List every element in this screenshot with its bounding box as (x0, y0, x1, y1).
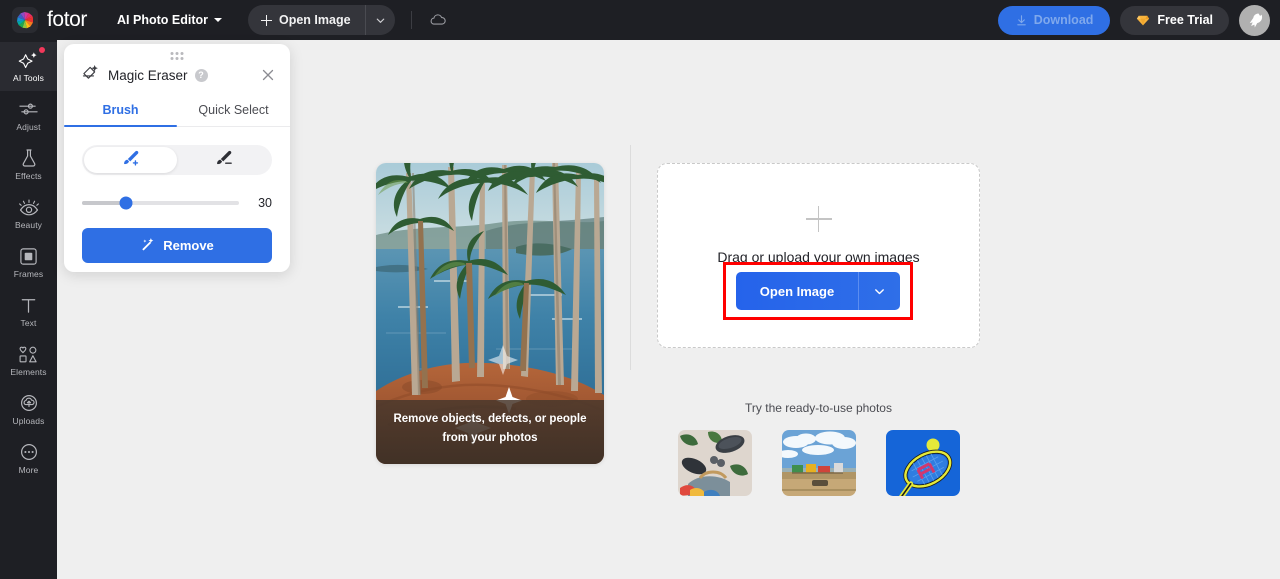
shapes-icon (18, 344, 39, 364)
remove-button[interactable]: Remove (82, 228, 272, 263)
sidebar-item-label: Frames (13, 269, 44, 279)
chevron-down-icon (214, 18, 222, 22)
sidebar-item-effects[interactable]: Effects (0, 140, 57, 189)
brush-size-slider-handle[interactable] (119, 196, 133, 210)
open-image-button-main[interactable]: Open Image (736, 272, 858, 310)
header-divider (410, 11, 412, 29)
tennis-racket-ball-thumbnail[interactable] (885, 430, 960, 496)
sidebar-item-frames[interactable]: Frames (0, 238, 57, 287)
brand-logo[interactable]: fotor (12, 7, 87, 33)
sidebar-item-uploads[interactable]: Uploads (0, 385, 57, 434)
sidebar-item-adjust[interactable]: Adjust (0, 91, 57, 140)
panel-tabs: Brush Quick Select (64, 103, 290, 127)
download-button[interactable]: Download (997, 5, 1111, 35)
open-image-dropdown-toggle-main[interactable] (858, 272, 900, 310)
question-mark-icon[interactable]: ? (194, 68, 208, 82)
brush-erase-icon (214, 148, 233, 172)
sidebar-item-label: Elements (10, 367, 47, 377)
brush-add-icon (121, 148, 140, 172)
magic-eraser-panel: Magic Eraser ? Brush Quick Select 30 Rem… (64, 44, 290, 272)
brush-size-slider[interactable] (82, 196, 239, 210)
app-header: fotor AI Photo Editor Open Image Downloa… (0, 0, 1280, 40)
eye-icon (18, 197, 40, 217)
preview-caption: Remove objects, defects, or people from … (376, 400, 604, 464)
feature-preview-card[interactable]: Remove objects, defects, or people from … (376, 163, 604, 464)
open-image-button[interactable]: Open Image (248, 5, 365, 35)
flatlay-accessories-thumbnail[interactable] (677, 430, 752, 496)
sidebar-item-label: More (18, 465, 39, 475)
open-image-dropdown-toggle[interactable] (364, 5, 395, 35)
sidebar-item-elements[interactable]: Elements (0, 336, 57, 385)
sidebar-item-text[interactable]: Text (0, 287, 57, 336)
upload-dropzone[interactable]: Drag or upload your own images (657, 163, 980, 348)
diamond-gem-icon (1137, 15, 1150, 25)
sidebar-item-label: Beauty (14, 220, 43, 230)
open-image-split-button-main[interactable]: Open Image (736, 272, 900, 310)
chevron-down-icon (875, 288, 884, 294)
header-actions: Download Free Trial (997, 4, 1270, 36)
canvas-vertical-divider (630, 145, 631, 370)
sidebar-item-label: Text (20, 318, 37, 328)
chevron-down-icon (376, 18, 384, 23)
preview-caption-line-1: Remove objects, defects, or people (393, 413, 587, 425)
open-image-label: Open Image (279, 13, 351, 27)
tab-quick-select[interactable]: Quick Select (177, 103, 290, 126)
plus-icon (261, 14, 272, 26)
product-menu-label: AI Photo Editor (117, 13, 208, 27)
magic-wand-icon (140, 237, 155, 255)
sidebar-item-beauty[interactable]: Beauty (0, 189, 57, 238)
sliders-icon (18, 99, 39, 119)
open-image-highlight-box: Open Image (723, 262, 913, 320)
fotor-pinwheel-logo-icon (12, 7, 38, 33)
sidebar-item-label: Uploads (12, 416, 45, 426)
left-sidebar: AI Tools Adjust Effects Beauty Frames Te… (0, 40, 57, 579)
plus-icon (805, 206, 832, 232)
ai-sparkle-icon (18, 50, 39, 70)
panel-title: Magic Eraser (108, 67, 188, 83)
flask-icon (20, 148, 38, 168)
brush-add-tool[interactable] (84, 147, 177, 173)
ellipsis-circle-icon (19, 442, 39, 462)
panel-header: Magic Eraser ? (64, 44, 290, 86)
cloud-icon (430, 14, 446, 25)
ready-photos-title: Try the ready-to-use photos (745, 401, 892, 415)
free-trial-label: Free Trial (1157, 13, 1213, 27)
download-label: Download (1033, 13, 1094, 27)
sidebar-item-label: Effects (15, 171, 42, 181)
brush-erase-tool[interactable] (177, 147, 270, 173)
avatar[interactable] (1239, 4, 1270, 36)
drag-grip-icon[interactable] (170, 52, 184, 60)
remove-button-label: Remove (163, 238, 214, 253)
brush-mode-toggle (82, 145, 272, 175)
ready-photos-list (657, 430, 980, 496)
text-t-icon (19, 295, 38, 315)
brand-name: fotor (47, 8, 88, 31)
sidebar-item-ai-tools[interactable]: AI Tools (0, 42, 57, 91)
frame-square-icon (19, 246, 38, 266)
product-menu[interactable]: AI Photo Editor (117, 13, 222, 27)
brush-size-value: 30 (258, 196, 272, 210)
sidebar-item-more[interactable]: More (0, 434, 57, 483)
download-arrow-icon (1016, 14, 1026, 25)
free-trial-button[interactable]: Free Trial (1120, 5, 1229, 35)
bird-avatar-icon (1249, 13, 1262, 28)
sidebar-item-label: AI Tools (13, 73, 44, 83)
open-image-split-button[interactable]: Open Image (248, 5, 395, 35)
sidebar-item-label: Adjust (16, 122, 41, 132)
brush-size-slider-row: 30 (82, 196, 272, 210)
cloud-save-button[interactable] (428, 10, 448, 30)
magic-eraser-icon (82, 64, 99, 86)
desert-road-sign-thumbnail[interactable] (781, 430, 856, 496)
tab-brush[interactable]: Brush (64, 103, 177, 127)
preview-caption-line-2: from your photos (442, 432, 538, 444)
close-icon[interactable] (260, 67, 276, 83)
notification-dot-badge (39, 47, 45, 53)
upload-cloud-icon (19, 393, 39, 413)
